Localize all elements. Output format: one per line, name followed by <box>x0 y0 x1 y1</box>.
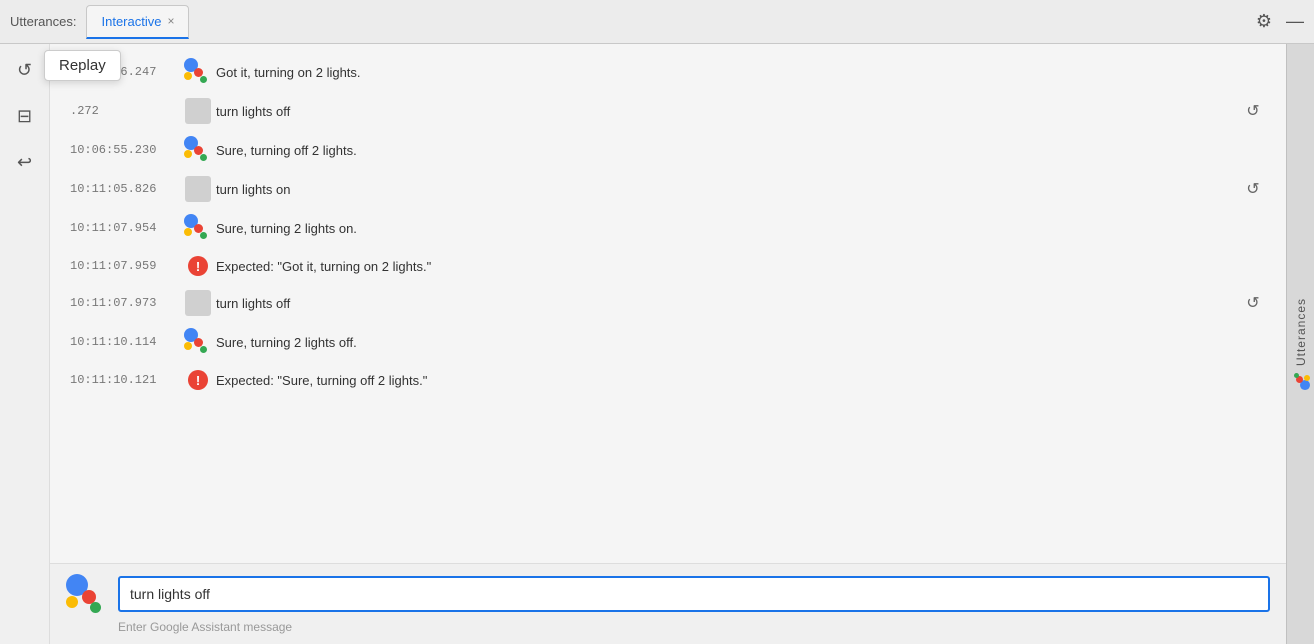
avatar <box>180 58 216 86</box>
message-text: Got it, turning on 2 lights. <box>216 65 1266 80</box>
timestamp: 10:11:07.973 <box>70 296 180 310</box>
timestamp: 10:11:05.826 <box>70 182 180 196</box>
input-area: Enter Google Assistant message <box>50 563 1286 644</box>
table-row: 10:11:10.121 ! Expected: "Sure, turning … <box>66 362 1270 398</box>
timestamp: 10:06:55.230 <box>70 143 180 157</box>
assistant-avatar <box>184 328 212 356</box>
message-text: Sure, turning off 2 lights. <box>216 143 1266 158</box>
avatar <box>180 214 216 242</box>
timestamp: 10:11:07.954 <box>70 221 180 235</box>
expected-text: Expected: "Got it, turning on 2 lights." <box>216 259 1266 274</box>
input-hint: Enter Google Assistant message <box>66 620 1270 634</box>
replay-message-button[interactable]: ↺ <box>1240 290 1266 316</box>
timestamp: 10:11:10.114 <box>70 335 180 349</box>
table-row: 10:11:05.826 turn lights on ↺ <box>66 170 1270 208</box>
save-icon: ⊟ <box>17 106 32 127</box>
assistant-avatar <box>184 58 212 86</box>
tab-label: Interactive <box>101 14 161 29</box>
error-icon: ! <box>188 256 208 276</box>
table-row: 10:04:36.247 Got it, turning on 2 lights… <box>66 52 1270 92</box>
avatar <box>180 290 216 316</box>
right-sidebar-tab[interactable]: Utterances <box>1286 44 1314 644</box>
timestamp: 10:11:10.121 <box>70 373 180 387</box>
avatar: ! <box>180 370 216 390</box>
error-icon: ! <box>188 370 208 390</box>
expected-text: Expected: "Sure, turning off 2 lights." <box>216 373 1266 388</box>
table-row: 10:11:10.114 Sure, turning 2 lights off. <box>66 322 1270 362</box>
message-text: Sure, turning 2 lights off. <box>216 335 1266 350</box>
left-toolbar: ↺ Replay ⊟ ↩ <box>0 44 50 644</box>
message-text: Sure, turning 2 lights on. <box>216 221 1266 236</box>
avatar <box>180 98 216 124</box>
replay-button[interactable]: ↺ <box>9 54 41 86</box>
user-avatar <box>185 98 211 124</box>
gear-icon[interactable]: ⚙ <box>1256 11 1272 32</box>
avatar: ! <box>180 256 216 276</box>
undo-button[interactable]: ↩ <box>9 146 41 178</box>
table-row: 10:11:07.954 Sure, turning 2 lights on. <box>66 208 1270 248</box>
table-row: .272 turn lights off ↺ <box>66 92 1270 130</box>
message-text: turn lights off <box>216 104 1240 119</box>
replay-message-button[interactable]: ↺ <box>1240 98 1266 124</box>
main-area: ↺ Replay ⊟ ↩ 10:04:36.247 <box>0 44 1314 644</box>
user-avatar <box>185 176 211 202</box>
timestamp: 10:11:07.959 <box>70 259 180 273</box>
tab-interactive[interactable]: Interactive × <box>86 5 189 39</box>
undo-icon: ↩ <box>17 152 32 173</box>
table-row: 10:11:07.959 ! Expected: "Got it, turnin… <box>66 248 1270 284</box>
message-input[interactable] <box>118 576 1270 612</box>
message-text: turn lights on <box>216 182 1240 197</box>
messages-list: 10:04:36.247 Got it, turning on 2 lights… <box>50 44 1286 563</box>
utterances-label: Utterances: <box>10 14 76 29</box>
title-bar-actions: ⚙ — <box>1256 11 1304 32</box>
save-button[interactable]: ⊟ <box>9 100 41 132</box>
avatar <box>180 136 216 164</box>
minimize-icon[interactable]: — <box>1286 11 1304 32</box>
table-row: 10:11:07.973 turn lights off ↺ <box>66 284 1270 322</box>
avatar <box>180 176 216 202</box>
input-avatar <box>66 574 106 614</box>
user-avatar <box>185 290 211 316</box>
utterances-sidebar-label: Utterances <box>1292 298 1310 390</box>
avatar <box>180 328 216 356</box>
app-window: Utterances: Interactive × ⚙ — ↺ Replay ⊟… <box>0 0 1314 644</box>
assistant-avatar <box>184 136 212 164</box>
tab-close-button[interactable]: × <box>167 15 174 27</box>
input-row <box>66 574 1270 614</box>
table-row: 10:06:55.230 Sure, turning off 2 lights. <box>66 130 1270 170</box>
message-text: turn lights off <box>216 296 1240 311</box>
assistant-avatar <box>184 214 212 242</box>
title-bar: Utterances: Interactive × ⚙ — <box>0 0 1314 44</box>
replay-message-button[interactable]: ↺ <box>1240 176 1266 202</box>
replay-icon: ↺ <box>17 60 32 81</box>
sidebar-avatar <box>1292 372 1310 390</box>
timestamp: .272 <box>70 104 180 118</box>
replay-tooltip: Replay <box>44 50 121 81</box>
